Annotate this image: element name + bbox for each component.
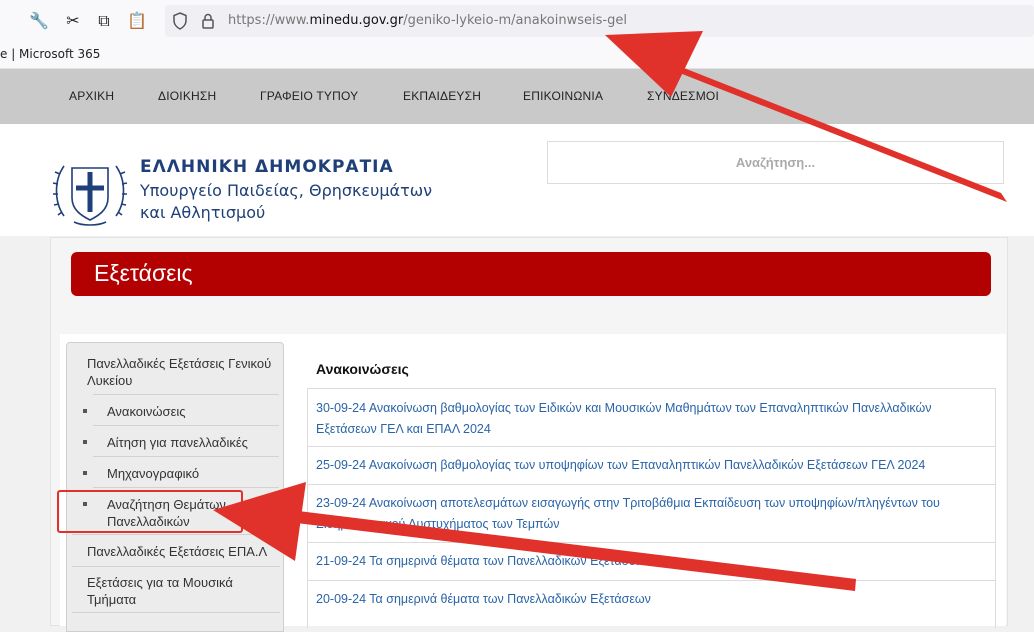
announcements-list: 30-09-24 Ανακοίνωση βαθμολογίας των Ειδι… <box>307 388 996 628</box>
sidebar-item-music-exams[interactable]: Εξετάσεις για τα Μουσικά Τμήματα <box>87 574 257 608</box>
list-item: 23-09-24 Ανακοίνωση αποτελεσμάτων εισαγω… <box>308 484 995 542</box>
list-item: 20-09-24 Τα σημερινά θέματα των Πανελλαδ… <box>308 580 995 628</box>
logo-line1: ΕΛΛΗΝΙΚΗ ΔΗΜΟΚΡΑΤΙΑ <box>140 157 394 177</box>
nav-links[interactable]: ΣΥΝΔΕΣΜΟΙ <box>647 89 719 103</box>
bookmarks-bar: e | Microsoft 365 <box>0 42 1034 69</box>
sidebar-divider <box>72 612 280 613</box>
nav-press-office[interactable]: ΓΡΑΦΕΙΟ ΤΥΠΟΥ <box>260 89 358 103</box>
nav-education[interactable]: ΕΚΠΑΙΔΕΥΣΗ <box>403 89 481 103</box>
url-text[interactable]: https://www.minedu.gov.gr/geniko-lykeio-… <box>228 13 627 28</box>
logo-line2: Υπουργείο Παιδείας, Θρησκευμάτων <box>140 181 433 200</box>
nav-contact[interactable]: ΕΠΙΚΟΙΝΩΝΙΑ <box>523 89 603 103</box>
address-bar[interactable]: https://www.minedu.gov.gr/geniko-lykeio-… <box>165 5 1034 37</box>
sidebar-item-panhellenic-gel[interactable]: Πανελλαδικές Εξετάσεις Γενικού Λυκείου <box>87 355 281 389</box>
announcement-link[interactable]: 30-09-24 Ανακοίνωση βαθμολογίας των Ειδι… <box>316 398 976 440</box>
nav-administration[interactable]: ΔΙΟΙΚΗΣΗ <box>158 89 216 103</box>
sidebar-divider <box>72 534 280 535</box>
sidebar-item-announcements[interactable]: Ανακοινώσεις <box>107 403 279 420</box>
sidebar-item-panhellenic-epal[interactable]: Πανελλαδικές Εξετάσεις ΕΠΑ.Λ <box>87 543 281 560</box>
paste-icon[interactable]: 📋 <box>126 10 148 32</box>
browser-toolbar: 🔧 ✂ ⧉ 📋 https://www.minedu.gov.gr/geniko… <box>0 0 1034 42</box>
copy-icon[interactable]: ⧉ <box>93 10 115 32</box>
highlight-box <box>57 490 243 533</box>
nav-home[interactable]: ΑΡΧΙΚΗ <box>69 89 114 103</box>
announcement-link[interactable]: 25-09-24 Ανακοίνωση βαθμολογίας των υποψ… <box>316 455 976 476</box>
list-item: 30-09-24 Ανακοίνωση βαθμολογίας των Ειδι… <box>308 388 995 446</box>
shield-icon[interactable] <box>171 12 189 30</box>
url-domain: minedu.gov.gr <box>309 13 404 28</box>
site-nav: ΑΡΧΙΚΗ ΔΙΟΙΚΗΣΗ ΓΡΑΦΕΙΟ ΤΥΠΟΥ ΕΚΠΑΙΔΕΥΣΗ… <box>0 69 1034 124</box>
sidebar-item-application[interactable]: Αίτηση για πανελλαδικές <box>107 434 279 451</box>
lock-icon[interactable] <box>199 12 217 30</box>
announcements-heading: Ανακοινώσεις <box>316 361 409 377</box>
wrench-icon[interactable]: 🔧 <box>28 10 50 32</box>
sidebar-item-mixanografiko[interactable]: Μηχανογραφικό <box>107 465 279 482</box>
bullet-icon <box>83 471 87 475</box>
announcement-link[interactable]: 23-09-24 Ανακοίνωση αποτελεσμάτων εισαγω… <box>316 493 976 535</box>
list-item: 21-09-24 Τα σημερινά θέματα των Πανελλαδ… <box>308 542 995 580</box>
url-path: /geniko-lykeio-m/anakoinwseis-gel <box>403 13 627 28</box>
sidebar-divider <box>93 394 279 395</box>
site-header: ΕΛΛΗΝΙΚΗ ΔΗΜΟΚΡΑΤΙΑ Υπουργείο Παιδείας, … <box>0 124 1034 236</box>
sidebar-divider <box>72 566 280 567</box>
scissors-icon[interactable]: ✂ <box>62 10 84 32</box>
greek-emblem-icon[interactable] <box>52 154 128 228</box>
bullet-icon <box>83 409 87 413</box>
announcement-link[interactable]: 21-09-24 Τα σημερινά θέματα των Πανελλαδ… <box>316 551 976 572</box>
bookmark-microsoft365[interactable]: e | Microsoft 365 <box>0 47 100 61</box>
search-input[interactable]: Αναζήτηση... <box>547 141 1004 184</box>
logo-line3: και Αθλητισμού <box>140 203 266 222</box>
sidebar-divider <box>93 487 279 488</box>
sidebar-divider <box>93 456 279 457</box>
sidebar-divider <box>93 425 279 426</box>
url-prefix: https://www. <box>228 13 310 28</box>
page-title: Εξετάσεις <box>94 260 193 286</box>
bullet-icon <box>83 440 87 444</box>
list-item: 25-09-24 Ανακοίνωση βαθμολογίας των υποψ… <box>308 446 995 484</box>
announcement-link[interactable]: 20-09-24 Τα σημερινά θέματα των Πανελλαδ… <box>316 589 976 610</box>
page-title-bar: Εξετάσεις <box>71 252 991 296</box>
